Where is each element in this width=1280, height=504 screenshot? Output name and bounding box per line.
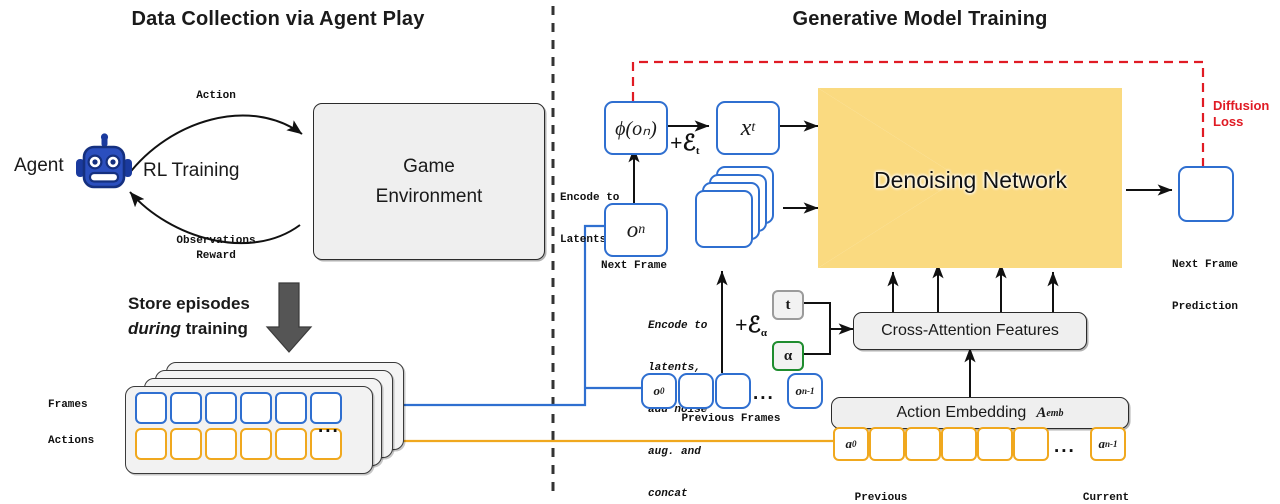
next-frame-prediction-box[interactable] bbox=[1178, 166, 1234, 222]
prev-action-0-subscript: 0 bbox=[852, 439, 857, 449]
noise-t-symbol: +ℰ bbox=[670, 130, 696, 155]
timestep-token-box[interactable]: t bbox=[772, 290, 804, 320]
diagram-canvas: Data Collection via Agent Play Agent Act… bbox=[0, 0, 1280, 504]
next-frame-prediction-line1: Next Frame bbox=[1171, 259, 1238, 271]
actions-row-label: Actions bbox=[48, 435, 95, 447]
cross-attention-label: Cross-Attention Features bbox=[881, 322, 1059, 339]
action-cell[interactable] bbox=[205, 428, 237, 460]
noise-epsilon-alpha-label: +ℰα bbox=[735, 312, 767, 339]
prev-frame-box-blank[interactable] bbox=[715, 373, 751, 409]
alpha-token-label: α bbox=[783, 347, 793, 364]
xt-box[interactable]: xt bbox=[716, 101, 780, 155]
frame-cell[interactable] bbox=[275, 392, 307, 424]
action-cell[interactable] bbox=[240, 428, 272, 460]
game-environment-box[interactable]: Game Environment bbox=[313, 103, 545, 260]
diffusion-loss-label: Diffusion Loss bbox=[1213, 98, 1269, 130]
xt-subscript: t bbox=[751, 120, 756, 135]
alpha-token-box[interactable]: α bbox=[772, 341, 804, 371]
prev-action-box-blank[interactable] bbox=[1013, 427, 1049, 461]
action-embedding-symbol-subscript: emb bbox=[1046, 407, 1064, 419]
prev-action-box-blank[interactable] bbox=[977, 427, 1013, 461]
right-panel-title: Generative Model Training bbox=[792, 8, 1048, 30]
xt-symbol: x bbox=[740, 114, 752, 141]
t-alpha-join bbox=[800, 302, 853, 355]
prev-frames-ellipsis: ... bbox=[753, 383, 775, 404]
next-frame-label: Next Frame bbox=[600, 260, 667, 272]
frame-cell[interactable] bbox=[205, 392, 237, 424]
store-episodes-line2-rest: training bbox=[180, 319, 248, 338]
agent-label: Agent bbox=[14, 155, 64, 176]
current-action-subscript: n-1 bbox=[1104, 439, 1118, 449]
latent-card-front[interactable] bbox=[695, 190, 753, 248]
prev-action-box-blank[interactable] bbox=[941, 427, 977, 461]
phi-box-label: ϕ(oₙ) bbox=[615, 117, 657, 140]
previous-actions-line1: Previous bbox=[854, 492, 908, 504]
prev-frame-last-subscript: n-1 bbox=[801, 386, 815, 396]
cross-attention-features-box[interactable]: Cross-Attention Features bbox=[853, 312, 1087, 350]
frames-row-label: Frames bbox=[48, 399, 88, 411]
previous-frames-label: Previous Frames bbox=[681, 413, 781, 425]
game-env-line1: Game bbox=[403, 155, 455, 177]
store-episodes-emphasis: during bbox=[128, 319, 181, 338]
store-episodes-line1: Store episodes bbox=[128, 294, 250, 313]
action-cell[interactable] bbox=[135, 428, 167, 460]
robot-icon bbox=[73, 133, 135, 195]
diffusion-loss-line2: Loss bbox=[1213, 114, 1244, 129]
noise-t-subscript: t bbox=[695, 145, 700, 157]
action-embedding-label: Action Embedding bbox=[896, 404, 1027, 421]
prev-action-box-blank[interactable] bbox=[869, 427, 905, 461]
prev-frame-0-subscript: 0 bbox=[660, 386, 665, 396]
prev-action-box-blank[interactable] bbox=[905, 427, 941, 461]
next-frame-box[interactable]: on bbox=[604, 203, 668, 257]
encode-concat-line: concat bbox=[648, 488, 688, 500]
phi-encoder-box[interactable]: ϕ(oₙ) bbox=[604, 101, 668, 155]
prev-actions-ellipsis: ... bbox=[1054, 436, 1076, 457]
store-episodes-label: Store episodes during training bbox=[128, 291, 278, 341]
action-label: Action bbox=[196, 90, 236, 102]
encode-concat-line: aug. and bbox=[648, 446, 701, 458]
action-cell[interactable] bbox=[170, 428, 202, 460]
rl-training-label: RL Training bbox=[143, 160, 240, 181]
prev-frame-box-0[interactable]: o0 bbox=[641, 373, 677, 409]
action-embedding-symbol: A bbox=[1036, 404, 1047, 421]
encode-concat-line: Encode to bbox=[648, 320, 708, 332]
previous-actions-label: Previous Actions bbox=[826, 463, 936, 504]
prev-frame-box-last[interactable]: o n-1 bbox=[787, 373, 823, 409]
current-action-box[interactable]: a n-1 bbox=[1090, 427, 1126, 461]
frame-cell[interactable] bbox=[170, 392, 202, 424]
denoising-network-label: Denoising Network bbox=[874, 167, 1068, 193]
actions-cell-row bbox=[135, 428, 345, 460]
next-frame-prediction-label: Next Frame Prediction bbox=[1154, 230, 1256, 342]
current-action-line1: Current bbox=[1082, 492, 1130, 504]
frame-cell[interactable] bbox=[240, 392, 272, 424]
prev-frame-box-blank[interactable] bbox=[678, 373, 714, 409]
current-action-label: Current Action bbox=[1051, 463, 1161, 504]
next-frame-prediction-line2: Prediction bbox=[1171, 301, 1238, 313]
observations-label: Observations bbox=[176, 235, 256, 247]
left-panel-title: Data Collection via Agent Play bbox=[131, 8, 425, 30]
action-embedding-box[interactable]: Action Embedding Aemb bbox=[831, 397, 1129, 429]
prev-action-box-0[interactable]: a0 bbox=[833, 427, 869, 461]
noise-alpha-subscript: α bbox=[760, 327, 767, 339]
reward-label: Reward bbox=[196, 250, 236, 262]
diffusion-loss-line1: Diffusion bbox=[1213, 98, 1270, 113]
game-env-line2: Environment bbox=[375, 185, 483, 207]
on-subscript: n bbox=[638, 222, 646, 237]
timestep-token-label: t bbox=[785, 296, 791, 313]
on-symbol: o bbox=[626, 217, 639, 242]
noise-epsilon-t-label: +ℰt bbox=[670, 130, 700, 157]
action-cell[interactable] bbox=[275, 428, 307, 460]
noise-alpha-symbol: +ℰ bbox=[735, 312, 761, 337]
frames-cell-row bbox=[135, 392, 345, 424]
episode-ellipsis: ... bbox=[318, 416, 340, 437]
frame-cell[interactable] bbox=[135, 392, 167, 424]
